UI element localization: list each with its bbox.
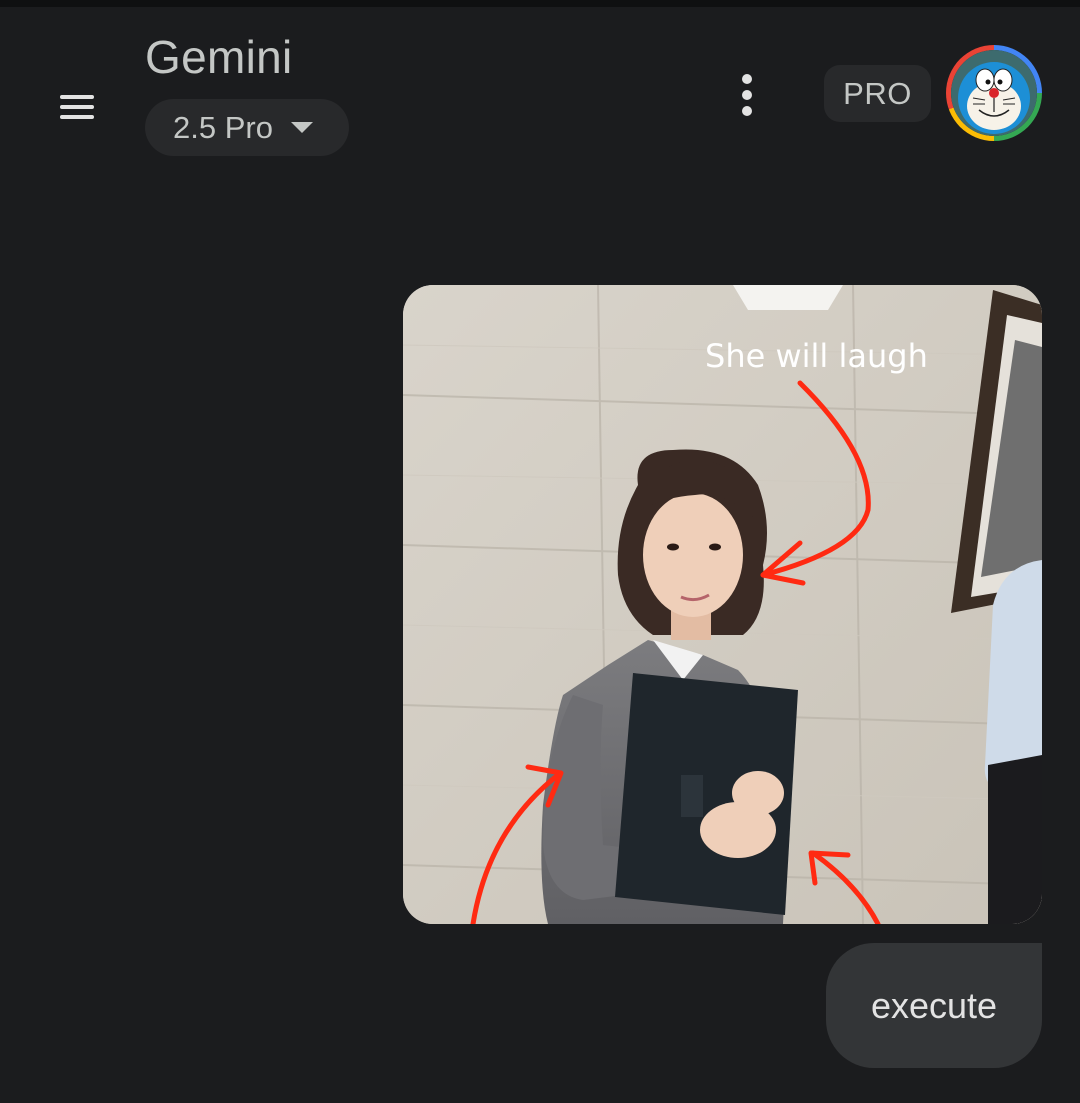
cartoon-cat-avatar-icon [951, 50, 1037, 136]
hamburger-menu-icon [60, 95, 94, 119]
caret-down-icon [290, 122, 313, 133]
more-vert-icon [742, 74, 752, 116]
app-title: Gemini [145, 31, 293, 83]
user-prompt-bubble: execute [826, 943, 1042, 1068]
user-uploaded-image[interactable]: She will laugh [403, 285, 1042, 924]
user-prompt-text: execute [870, 984, 998, 1026]
menu-button[interactable] [52, 85, 102, 129]
model-label: 2.5 Pro [173, 109, 273, 145]
photo-illustration: She will laugh [403, 285, 1042, 924]
image-overlay-text: She will laugh [705, 337, 928, 375]
more-options-button[interactable] [722, 68, 772, 122]
avatar-picture [951, 50, 1037, 136]
account-avatar[interactable] [946, 45, 1042, 141]
pro-badge[interactable]: PRO [824, 65, 931, 122]
status-bar-strip [0, 0, 1080, 7]
model-selector[interactable]: 2.5 Pro [145, 99, 349, 156]
